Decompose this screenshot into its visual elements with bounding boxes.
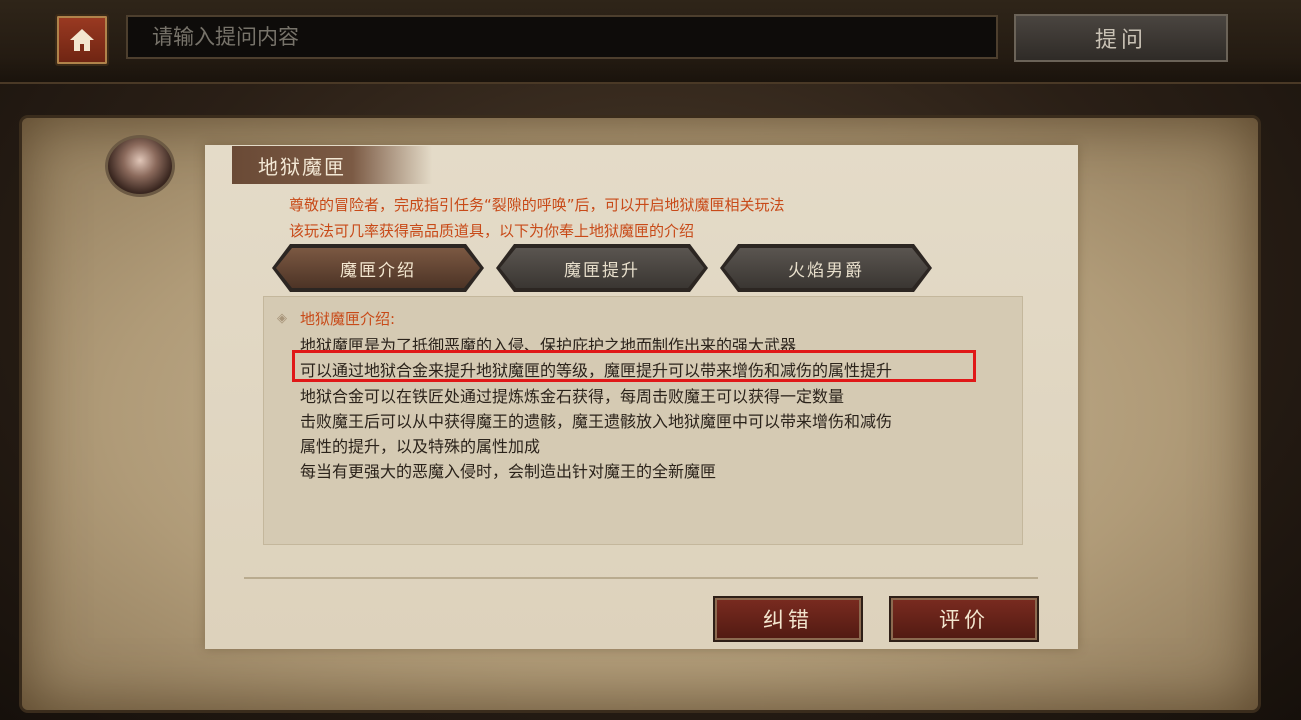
ask-button[interactable]: 提问 bbox=[1014, 14, 1228, 62]
tab-box-intro[interactable]: 魔匣介绍 bbox=[276, 248, 480, 288]
intro-line: 尊敬的冒险者，完成指引任务“裂隙的呼唤”后，可以开启地狱魔匣相关玩法 bbox=[289, 196, 785, 214]
top-bar: 提问 bbox=[0, 0, 1301, 84]
search-input[interactable] bbox=[128, 17, 996, 57]
tab-label: 火焰男爵 bbox=[788, 260, 864, 281]
panel-title-text: 地狱魔匣 bbox=[258, 154, 346, 179]
rate-button[interactable]: 评价 bbox=[889, 596, 1039, 642]
divider bbox=[244, 577, 1038, 579]
report-error-button[interactable]: 纠错 bbox=[713, 596, 863, 642]
body-line: 属性的提升，以及特殊的属性加成 bbox=[300, 437, 541, 456]
body-line: 地狱合金可以在铁匠处通过提炼炼金石获得，每周击败魔王可以获得一定数量 bbox=[300, 387, 845, 406]
tab-box-upgrade[interactable]: 魔匣提升 bbox=[500, 248, 704, 288]
panel-title: 地狱魔匣 bbox=[232, 146, 432, 184]
body-line: 击败魔王后可以从中获得魔王的遗骸，魔王遗骸放入地狱魔匣中可以带来增伤和减伤 bbox=[300, 412, 893, 431]
tab-flame-baron[interactable]: 火焰男爵 bbox=[724, 248, 928, 288]
rate-label: 评价 bbox=[939, 608, 989, 632]
search-field[interactable] bbox=[126, 15, 998, 59]
tab-label: 魔匣介绍 bbox=[340, 260, 416, 281]
intro-text: 尊敬的冒险者，完成指引任务“裂隙的呼唤”后，可以开启地狱魔匣相关玩法 该玩法可几… bbox=[289, 192, 785, 244]
body-line: 每当有更强大的恶魔入侵时，会制造出针对魔王的全新魔匣 bbox=[300, 462, 717, 481]
report-error-label: 纠错 bbox=[763, 608, 813, 632]
npc-avatar bbox=[105, 135, 175, 197]
diamond-bullet-icon: ◈ bbox=[277, 311, 287, 326]
intro-line: 该玩法可几率获得高品质道具，以下为你奉上地狱魔匣的介绍 bbox=[289, 222, 695, 240]
tab-label: 魔匣提升 bbox=[564, 260, 640, 281]
section-title: 地狱魔匣介绍: bbox=[300, 310, 396, 328]
ask-button-label: 提问 bbox=[1094, 28, 1147, 53]
highlight-box bbox=[292, 350, 976, 382]
home-icon bbox=[70, 29, 94, 51]
home-button[interactable] bbox=[55, 14, 109, 66]
